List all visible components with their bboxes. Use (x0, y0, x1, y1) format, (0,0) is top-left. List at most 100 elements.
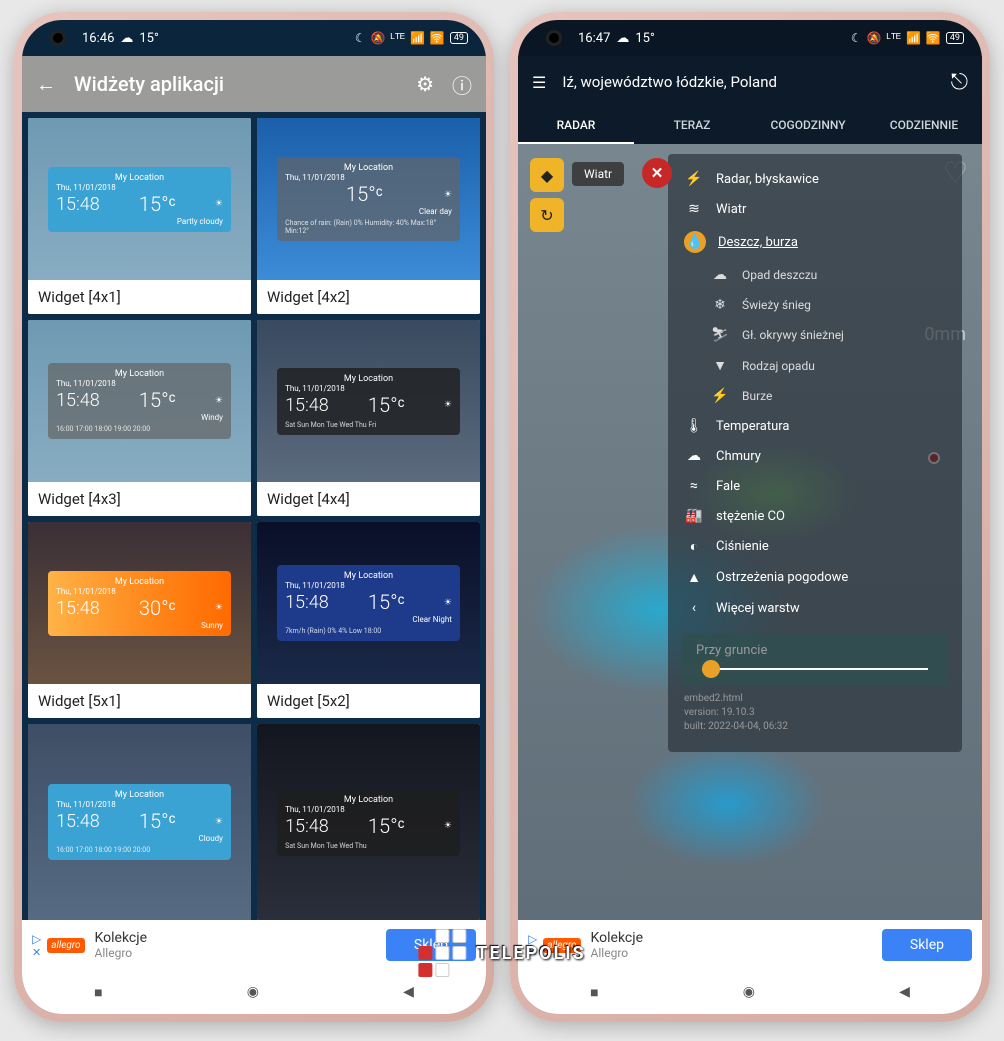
app-bar: ← Widżety aplikacji ⚙ ⓘ (22, 56, 486, 112)
ad-title: Kolekcje (95, 930, 376, 946)
status-time: 16:46 (82, 31, 114, 46)
layer-item[interactable]: ≈Fale (668, 471, 962, 501)
status-bar: 16:47 ☁ 15° ☾ 🔕 ᴸᵀᴱ 📶 🛜 49 (518, 20, 982, 56)
version-info: embed2.html version: 19.10.3 built: 2022… (684, 692, 946, 734)
layer-item[interactable]: ≋ Wiatr (668, 194, 962, 224)
nav-back-icon[interactable]: ◀ (899, 984, 910, 1000)
layer-item[interactable]: ☁Chmury (668, 441, 962, 471)
ad-cta-button[interactable]: Sklep (882, 929, 972, 961)
nav-home-icon[interactable]: ◉ (247, 984, 259, 1000)
status-temp: 15° (139, 31, 158, 46)
ad-banner[interactable]: ▷ ✕ allegro Kolekcje Allegro Sklep (22, 920, 486, 970)
layer-item[interactable]: ▼Rodzaj opadu (668, 350, 962, 381)
menu-icon[interactable]: ☰ (532, 73, 546, 92)
layer-item[interactable]: ◐Ciśnienie (668, 531, 962, 562)
layer-label: Rodzaj opadu (742, 359, 815, 373)
layer-icon: ▲ (684, 569, 704, 586)
layer-item[interactable]: ▲ Ostrzeżenia pogodowe (668, 562, 962, 593)
signal-icon: 📶 (906, 31, 921, 45)
widget-grid[interactable]: My LocationThu, 11/01/201815:4815°ᶜ☀Part… (22, 112, 486, 920)
layer-item[interactable]: ‹ Więcej warstw (668, 593, 962, 623)
ad-brand-logo: allegro (47, 938, 84, 953)
lte-icon: ᴸᵀᴱ (887, 31, 901, 45)
ad-close-icon[interactable]: ✕ (32, 946, 41, 959)
android-nav-bar: ■ ◉ ◀ (518, 970, 982, 1014)
nav-home-icon[interactable]: ◉ (743, 984, 755, 1000)
layer-item[interactable]: 💧 Deszcz, burza (668, 224, 962, 260)
widget-card[interactable]: My LocationThu, 11/01/201815:4815°ᶜ☀Sat … (257, 724, 480, 920)
gear-icon[interactable]: ⚙ (416, 72, 434, 96)
nav-recent-icon[interactable]: ■ (590, 984, 598, 1001)
widget-card[interactable]: My LocationThu, 11/01/201815:4815°ᶜ☀Part… (28, 118, 251, 314)
layer-icon: ⛷ (710, 327, 730, 343)
app-bar-title: Widżety aplikacji (74, 72, 398, 96)
layer-item[interactable]: ⚡Burze (668, 381, 962, 411)
altitude-slider[interactable] (702, 668, 928, 670)
tab-teraz[interactable]: TERAZ (634, 108, 750, 144)
widget-card[interactable]: My LocationThu, 11/01/201815:4815°ᶜ☀Sat … (257, 320, 480, 516)
radar-map[interactable]: ◆ ↻ Wiatr ♡ 0mm ✕ ⚡Radar, błyskawice≋Wia… (518, 144, 982, 920)
wifi-icon: 🛜 (430, 31, 445, 45)
camera-hole (50, 30, 66, 46)
widget-label: Widget [4x1] (28, 280, 251, 314)
refresh-button[interactable]: ↻ (530, 198, 564, 232)
camera-hole (546, 30, 562, 46)
layer-label: Fale (716, 479, 740, 494)
widget-card[interactable]: My LocationThu, 11/01/201815:4815°ᶜ☀Wind… (28, 320, 251, 516)
mute-icon: 🔕 (371, 31, 386, 45)
ad-banner[interactable]: ▷ ✕ allegro Kolekcje Allegro Sklep (518, 920, 982, 970)
tab-cogodzinny[interactable]: COGODZINNY (750, 108, 866, 144)
tab-codziennie[interactable]: CODZIENNIE (866, 108, 982, 144)
layer-item[interactable]: ❄Świeży śnieg (668, 290, 962, 320)
layer-item[interactable]: 🌡Temperatura (668, 411, 962, 441)
android-nav-bar: ■ ◉ ◀ (22, 970, 486, 1014)
layer-icon: ≋ (684, 201, 704, 217)
battery-icon: 49 (450, 32, 468, 44)
layer-item[interactable]: ⚡ Radar, błyskawice (668, 164, 962, 194)
layer-label: stężenie CO (716, 509, 785, 524)
phone-mockup-right: 16:47 ☁ 15° ☾ 🔕 ᴸᵀᴱ 📶 🛜 49 ☰ Iź, wojewód… (510, 12, 990, 1022)
back-icon[interactable]: ← (36, 72, 56, 97)
layer-icon: 🏭 (684, 508, 704, 524)
layer-label: Wiatr (716, 202, 746, 217)
tab-radar[interactable]: RADAR (518, 108, 634, 144)
close-panel-button[interactable]: ✕ (642, 158, 672, 188)
layer-label: Gł. okrywy śnieżnej (742, 328, 844, 342)
widget-card[interactable]: My LocationThu, 11/01/201815:4815°ᶜ☀Clou… (28, 724, 251, 920)
layer-chip[interactable]: Wiatr (572, 162, 624, 186)
widget-card[interactable]: My LocationThu, 11/01/201815:4815°ᶜ☀Clea… (257, 522, 480, 718)
watermark-text: TELEPOLIS (476, 943, 585, 964)
widget-label: Widget [5x2] (257, 684, 480, 718)
layer-label: Ostrzeżenia pogodowe (716, 570, 848, 585)
layer-icon: ❄ (710, 297, 730, 313)
nav-back-icon[interactable]: ◀ (403, 984, 414, 1000)
layer-icon: ⚡ (684, 171, 704, 187)
widget-card[interactable]: My LocationThu, 11/01/201815°ᶜ☀Clear day… (257, 118, 480, 314)
widget-label: Widget [4x4] (257, 482, 480, 516)
slider-knob[interactable] (702, 660, 720, 678)
layer-label: Radar, błyskawice (716, 172, 819, 187)
ad-title: Kolekcje (591, 930, 872, 946)
layer-label: Chmury (716, 449, 761, 464)
layer-label: Ciśnienie (716, 539, 769, 554)
widget-card[interactable]: My LocationThu, 11/01/201815:4830°ᶜ☀Sunn… (28, 522, 251, 718)
wifi-icon: 🛜 (926, 31, 941, 45)
layer-label: Więcej warstw (716, 601, 800, 616)
layer-label: Deszcz, burza (718, 235, 798, 250)
layer-item[interactable]: ⛷ Gł. okrywy śnieżnej (668, 320, 962, 350)
layer-label: Temperatura (716, 419, 789, 434)
slider-label: Przy gruncie (696, 643, 934, 658)
phone-mockup-left: 16:46 ☁ 15° ☾ 🔕 ᴸᵀᴱ 📶 🛜 49 ← Widżety apl… (14, 12, 494, 1022)
layer-icon: 💧 (684, 231, 706, 253)
watermark: TELEPOLIS (418, 929, 585, 977)
ad-subtitle: Allegro (591, 946, 872, 960)
info-icon[interactable]: ⓘ (452, 70, 472, 99)
layer-item[interactable]: ☁Opad deszczu (668, 260, 962, 290)
location-name[interactable]: Iź, województwo łódzkie, Poland (562, 73, 934, 91)
layers-button[interactable]: ◆ (530, 158, 564, 192)
nav-recent-icon[interactable]: ■ (94, 984, 102, 1001)
layer-item[interactable]: 🏭 stężenie CO (668, 501, 962, 531)
mute-icon: 🔕 (867, 31, 882, 45)
location-pin-icon[interactable]: ⎋ (951, 70, 968, 95)
layer-icon: ‹ (684, 600, 704, 616)
